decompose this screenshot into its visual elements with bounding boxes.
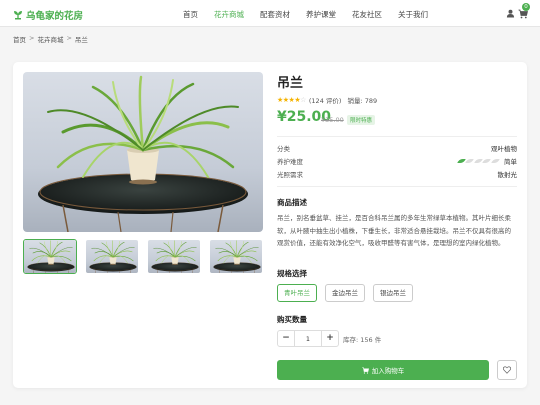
attr-light: 光照需求 散射光 [277, 169, 517, 179]
site-header: 乌龟家的花房 首页 花卉商城 配套资材 养护课堂 花友社区 关于我们 0 [0, 0, 540, 27]
spec-option-silver[interactable]: 银边吊兰 [373, 284, 413, 302]
minus-icon[interactable]: − [278, 331, 294, 346]
leaf-icon [456, 159, 466, 163]
breadcrumb: 首页 > 花卉商城 > 吊兰 [13, 34, 88, 44]
attr-label: 分类 [277, 145, 290, 153]
nav-item-about[interactable]: 关于我们 [398, 9, 428, 20]
difficulty-leaf-meter [456, 159, 501, 163]
product-main-image[interactable] [23, 72, 263, 232]
spec-option-gold[interactable]: 金边吊兰 [325, 284, 365, 302]
nav-item-supplies[interactable]: 配套资材 [260, 9, 290, 20]
nav-item-home[interactable]: 首页 [183, 9, 198, 20]
breadcrumb-home[interactable]: 首页 [13, 34, 26, 44]
original-price: ¥35.00 [321, 116, 344, 124]
divider [277, 186, 517, 187]
leaf-icon [473, 159, 483, 163]
add-to-cart-button[interactable]: 加入购物车 [277, 360, 489, 380]
attr-label: 光照需求 [277, 171, 303, 179]
thumbnail-strip [23, 239, 271, 274]
review-count[interactable]: (124 评价) [309, 95, 342, 105]
favorite-button[interactable] [497, 360, 517, 380]
product-description: 吊兰，别名垂盆草、挂兰，是百合科吊兰属的多年生常绿草本植物。其叶片细长柔软，从叶… [277, 214, 511, 247]
nav-item-community[interactable]: 花友社区 [352, 9, 382, 20]
leaf-icon [465, 159, 474, 163]
leaf-icon [482, 159, 491, 163]
attr-value-group: 简单 [456, 156, 517, 166]
heart-icon [503, 366, 511, 374]
attr-label: 养护难度 [277, 158, 303, 166]
nav-item-care[interactable]: 养护课堂 [306, 9, 336, 20]
star-icon: ★★★★ [277, 96, 301, 104]
thumbnail-4[interactable] [209, 239, 263, 274]
breadcrumb-current: 吊兰 [74, 36, 88, 44]
product-title: 吊兰 [277, 76, 304, 91]
promo-badge: 限时特惠 [347, 115, 376, 125]
star-rating: ★★★★☆ [277, 96, 306, 104]
rating-row: ★★★★☆ (124 评价) 销量: 789 [277, 95, 377, 105]
attr-category: 分类 观叶植物 [277, 143, 517, 153]
divider [277, 136, 517, 137]
brand-name: 乌龟家的花房 [26, 11, 84, 22]
nav-item-shop[interactable]: 花卉商城 [214, 9, 244, 20]
leaf-icon [490, 159, 500, 163]
spec-heading: 规格选择 [277, 269, 307, 278]
attr-value: 散射光 [497, 171, 518, 179]
attr-difficulty: 养护难度 简单 [277, 156, 517, 166]
cart-count-badge: 0 [522, 3, 530, 11]
quantity-stepper: − + [277, 330, 339, 347]
description-heading: 商品描述 [277, 198, 307, 207]
cart-icon [362, 366, 369, 374]
add-to-cart-label: 加入购物车 [371, 367, 405, 375]
spec-option-green[interactable]: 青叶吊兰 [277, 284, 317, 302]
quantity-heading: 购买数量 [277, 315, 307, 324]
brand-logo[interactable]: 乌龟家的花房 [13, 8, 83, 22]
plus-icon[interactable]: + [322, 331, 338, 346]
main-nav: 首页 花卉商城 配套资材 养护课堂 花友社区 关于我们 [183, 9, 444, 20]
breadcrumb-separator: > [29, 34, 35, 42]
spec-options: 青叶吊兰 金边吊兰 银边吊兰 [277, 284, 421, 302]
stock-info: 库存: 156 件 [343, 336, 382, 344]
thumbnail-3[interactable] [147, 239, 201, 274]
leaf-logo-icon [14, 11, 22, 20]
thumbnail-2[interactable] [85, 239, 139, 274]
breadcrumb-shop[interactable]: 花卉商城 [37, 34, 63, 44]
star-icon: ☆ [300, 96, 306, 104]
breadcrumb-separator: > [66, 34, 72, 42]
thumbnail-1[interactable] [23, 239, 77, 274]
quantity-input[interactable] [294, 331, 322, 346]
attr-value: 观叶植物 [491, 145, 517, 153]
sales-count: 销量: 789 [347, 97, 378, 105]
attr-value: 简单 [504, 158, 517, 166]
user-icon[interactable] [506, 9, 515, 18]
